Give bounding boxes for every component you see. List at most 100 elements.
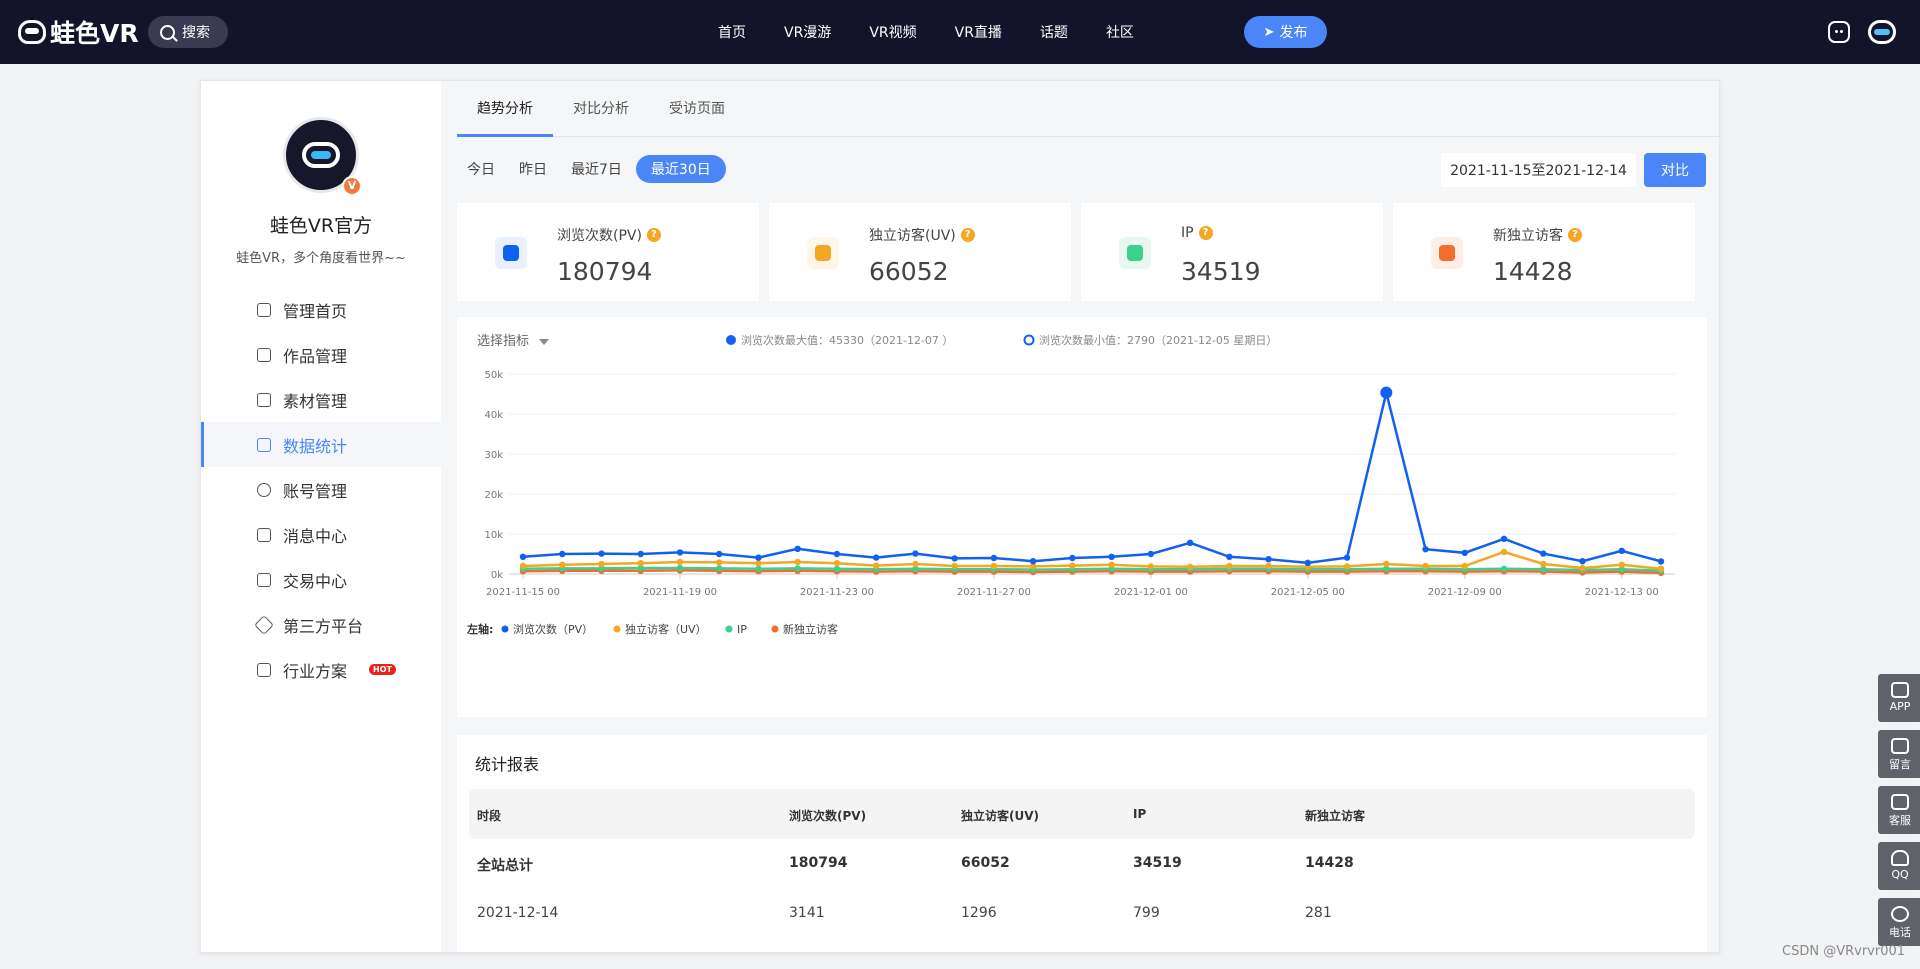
sidebar-item-statistics[interactable]: 数据统计 [201, 422, 441, 467]
data-point[interactable] [1618, 547, 1625, 554]
compare-button[interactable]: 对比 [1644, 153, 1706, 187]
data-point[interactable] [716, 559, 723, 566]
data-point[interactable] [1380, 386, 1393, 399]
profile-avatar[interactable]: V [283, 117, 362, 196]
customer-service-button[interactable]: 客服 [1878, 786, 1920, 834]
data-point[interactable] [676, 549, 684, 556]
legend-label[interactable]: 新独立访客 [783, 622, 838, 636]
data-point[interactable] [1343, 563, 1351, 570]
data-point[interactable] [794, 545, 801, 552]
data-point[interactable] [1226, 562, 1233, 570]
data-point[interactable] [1500, 565, 1508, 572]
data-point[interactable] [1461, 562, 1468, 570]
data-point[interactable] [1108, 561, 1115, 568]
search-button[interactable]: 搜索 [148, 16, 228, 48]
data-point[interactable] [1579, 564, 1586, 572]
sidebar-item-third-party[interactable]: 第三方平台 [201, 602, 441, 647]
data-point[interactable] [912, 560, 919, 568]
data-point[interactable] [1500, 535, 1508, 542]
publish-button[interactable]: ➤ 发布 [1244, 16, 1327, 48]
data-point[interactable] [1383, 560, 1390, 568]
legend-label[interactable]: IP [737, 623, 747, 636]
data-point[interactable] [559, 561, 566, 568]
data-point[interactable] [1226, 553, 1233, 560]
data-point[interactable] [990, 562, 998, 570]
data-point[interactable] [559, 550, 566, 558]
data-point[interactable] [1500, 548, 1508, 556]
help-icon[interactable]: ? [1198, 226, 1213, 240]
range-30days[interactable]: 最近30日 [635, 155, 726, 183]
data-point[interactable] [637, 550, 644, 558]
data-point[interactable] [872, 554, 880, 561]
app-button[interactable]: APP [1878, 674, 1920, 722]
tab-trend[interactable]: 趋势分析 [457, 81, 553, 137]
data-point[interactable] [1029, 558, 1037, 565]
range-yesterday[interactable]: 昨日 [509, 155, 557, 183]
nav-community[interactable]: 社区 [1106, 22, 1134, 42]
data-point[interactable] [990, 554, 998, 562]
help-icon[interactable]: ? [1568, 228, 1582, 242]
data-point[interactable] [1343, 554, 1351, 561]
data-point[interactable] [1186, 563, 1194, 570]
data-point[interactable] [519, 553, 527, 560]
data-point[interactable] [1265, 562, 1272, 570]
range-today[interactable]: 今日 [457, 155, 505, 183]
sidebar-item-transactions[interactable]: 交易中心 [201, 557, 441, 602]
data-point[interactable] [598, 550, 605, 557]
data-point[interactable] [1069, 562, 1076, 569]
data-point[interactable] [794, 565, 801, 572]
sidebar-item-home[interactable]: 管理首页 [201, 287, 441, 332]
nav-vr-tour[interactable]: VR漫游 [784, 22, 831, 42]
data-point[interactable] [519, 562, 527, 570]
data-point[interactable] [755, 560, 762, 567]
range-7days[interactable]: 最近7日 [561, 155, 632, 183]
site-logo[interactable]: 蛙色VR [18, 17, 139, 48]
data-point[interactable] [1147, 563, 1155, 570]
data-point[interactable] [598, 560, 605, 568]
sidebar-item-messages[interactable]: 消息中心 [201, 512, 441, 557]
data-point[interactable] [1657, 565, 1665, 573]
nav-vr-live[interactable]: VR直播 [955, 22, 1002, 42]
nav-topics[interactable]: 话题 [1040, 22, 1068, 42]
data-point[interactable] [755, 554, 762, 561]
data-point[interactable] [794, 558, 801, 566]
data-point[interactable] [1657, 558, 1665, 565]
data-point[interactable] [1108, 553, 1115, 560]
data-point[interactable] [676, 558, 684, 566]
qq-button[interactable]: QQ [1878, 842, 1920, 890]
data-point[interactable] [1304, 559, 1312, 567]
data-point[interactable] [912, 550, 919, 557]
data-point[interactable] [1461, 549, 1468, 556]
caret-down-icon[interactable] [539, 339, 549, 345]
data-point[interactable] [1618, 561, 1625, 568]
data-point[interactable] [833, 565, 841, 572]
help-icon[interactable]: ? [646, 228, 661, 242]
sidebar-item-materials[interactable]: 素材管理 [201, 377, 441, 422]
user-avatar[interactable] [1868, 20, 1896, 44]
data-point[interactable] [1422, 546, 1429, 553]
data-point[interactable] [755, 565, 762, 572]
help-icon[interactable]: ? [960, 228, 975, 242]
metric-select[interactable]: 选择指标 [477, 334, 529, 349]
message-icon[interactable] [1828, 21, 1850, 43]
phone-button[interactable]: 电话 [1878, 898, 1920, 946]
tab-visited-pages[interactable]: 受访页面 [649, 81, 745, 136]
leave-message-button[interactable]: 留言 [1878, 730, 1920, 778]
data-point[interactable] [1147, 550, 1155, 558]
legend-label[interactable]: 独立访客（UV） [625, 622, 707, 636]
date-range-picker[interactable]: 2021-11-15至2021-12-14 [1441, 153, 1636, 187]
sidebar-item-account[interactable]: 账号管理 [201, 467, 441, 512]
data-point[interactable] [833, 550, 841, 558]
data-point[interactable] [1422, 562, 1429, 570]
nav-home[interactable]: 首页 [718, 22, 746, 42]
nav-vr-video[interactable]: VR视频 [869, 22, 916, 42]
data-point[interactable] [637, 560, 644, 567]
data-point[interactable] [951, 562, 958, 570]
data-point[interactable] [1579, 558, 1586, 565]
data-point[interactable] [676, 564, 684, 572]
sidebar-item-solutions[interactable]: 行业方案 HOT [201, 647, 441, 692]
data-point[interactable] [1069, 554, 1076, 562]
data-point[interactable] [1186, 539, 1194, 546]
data-point[interactable] [1265, 556, 1272, 563]
data-point[interactable] [1540, 560, 1547, 568]
